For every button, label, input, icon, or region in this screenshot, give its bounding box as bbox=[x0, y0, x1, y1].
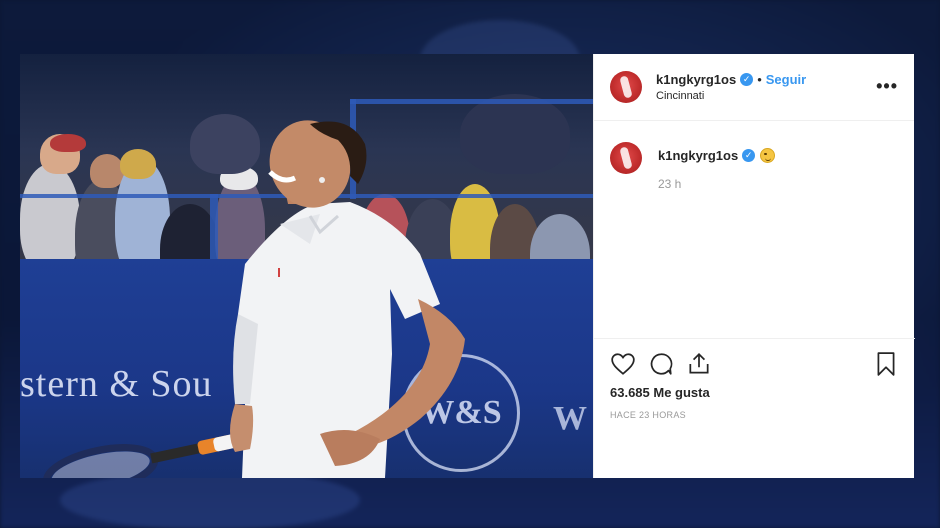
separator-dot: • bbox=[757, 72, 762, 87]
comment-icon[interactable] bbox=[648, 351, 674, 377]
caption-body: k1ngkyrg1os ✓ 23 h bbox=[658, 142, 776, 191]
post-timestamp[interactable]: HACE 23 HORAS bbox=[610, 410, 899, 420]
action-icons-row bbox=[610, 349, 899, 379]
heart-icon[interactable] bbox=[610, 351, 636, 377]
post-header: k1ngkyrg1os ✓ • Seguir Cincinnati ••• bbox=[594, 54, 914, 121]
share-icon[interactable] bbox=[686, 351, 712, 377]
likes-count[interactable]: 63.685 Me gusta bbox=[610, 385, 899, 400]
header-text: k1ngkyrg1os ✓ • Seguir Cincinnati bbox=[656, 72, 806, 102]
bookmark-icon[interactable] bbox=[873, 351, 899, 377]
location-link[interactable]: Cincinnati bbox=[656, 90, 806, 102]
tennis-racket bbox=[43, 434, 237, 478]
more-options-icon[interactable]: ••• bbox=[876, 76, 898, 97]
caption-comment: k1ngkyrg1os ✓ 23 h bbox=[594, 121, 914, 191]
post-side-panel: k1ngkyrg1os ✓ • Seguir Cincinnati ••• k1… bbox=[593, 54, 915, 478]
verified-badge-icon: ✓ bbox=[742, 149, 756, 162]
caption-username-link[interactable]: k1ngkyrg1os bbox=[658, 148, 738, 163]
smirk-emoji-icon bbox=[760, 148, 776, 163]
post-actions: 63.685 Me gusta HACE 23 HORAS bbox=[594, 338, 915, 420]
avatar[interactable] bbox=[610, 71, 642, 103]
caption-row: k1ngkyrg1os ✓ bbox=[658, 148, 776, 163]
instagram-post-card: stern & Sou W&S W k1ngkyrg1os ✓ • Seguir… bbox=[20, 54, 915, 478]
avatar[interactable] bbox=[610, 142, 642, 174]
header-row: k1ngkyrg1os ✓ • Seguir bbox=[656, 72, 806, 87]
tennis-player-illustration bbox=[43, 120, 465, 478]
username-link[interactable]: k1ngkyrg1os bbox=[656, 72, 736, 87]
caption-time[interactable]: 23 h bbox=[658, 177, 775, 191]
post-photo[interactable]: stern & Sou W&S W bbox=[20, 54, 593, 478]
follow-button[interactable]: Seguir bbox=[766, 72, 806, 87]
verified-badge-icon: ✓ bbox=[740, 73, 754, 86]
